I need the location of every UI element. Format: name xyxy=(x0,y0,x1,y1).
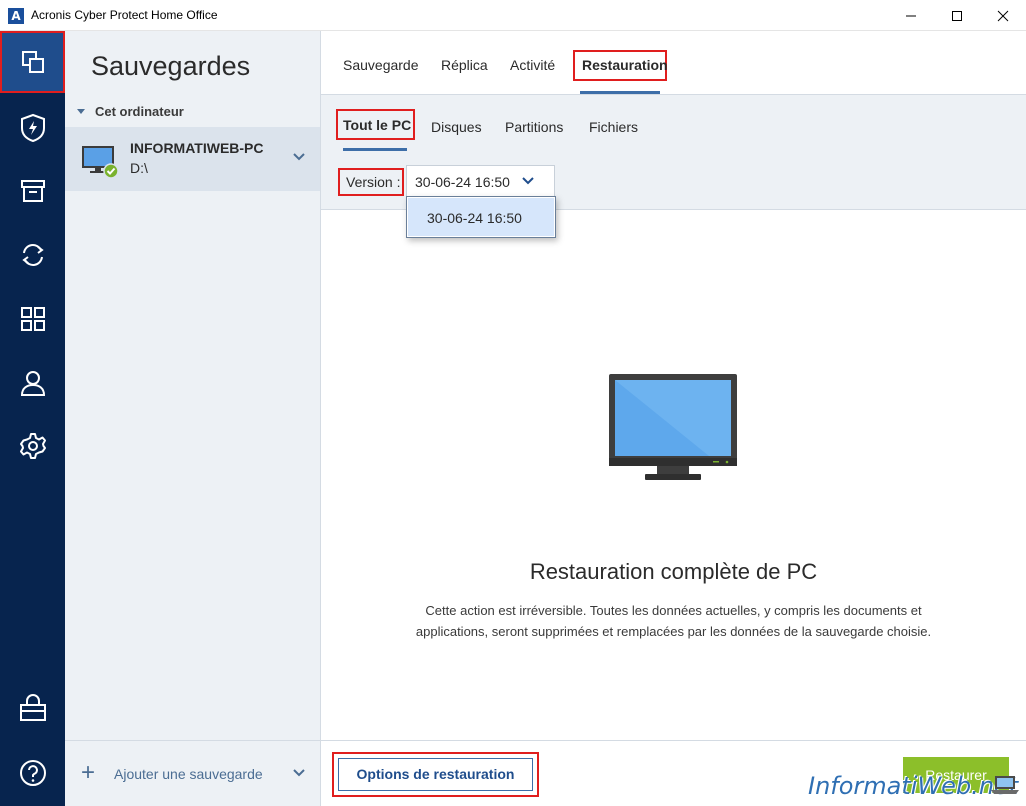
tab-restore[interactable]: Restauration xyxy=(582,57,668,73)
nav-sync[interactable] xyxy=(0,224,65,286)
nav-archive[interactable] xyxy=(0,160,65,222)
user-icon xyxy=(20,371,45,396)
version-option-label: 30-06-24 16:50 xyxy=(427,210,522,226)
computer-icon xyxy=(82,146,119,179)
minimize-button[interactable] xyxy=(888,0,934,31)
nav-help[interactable] xyxy=(0,742,65,804)
group-label: Cet ordinateur xyxy=(95,104,184,119)
backups-panel: Sauvegardes Cet ordinateur INFORMATIWEB-… xyxy=(65,31,321,806)
chevron-down-icon[interactable] xyxy=(293,769,305,777)
active-subtab-indicator xyxy=(343,148,407,151)
shield-icon xyxy=(20,113,45,143)
subtab-disks[interactable]: Disques xyxy=(431,119,482,135)
chevron-down-icon[interactable] xyxy=(293,153,305,161)
grid-icon xyxy=(20,307,45,331)
nav-store[interactable] xyxy=(0,677,65,739)
laptop-icon xyxy=(991,776,1019,794)
description-line: applications, seront supprimées et rempl… xyxy=(415,624,932,639)
sync-icon xyxy=(21,244,44,266)
version-dropdown: 30-06-24 16:50 xyxy=(406,196,556,238)
main-area: Sauvegarde Réplica Activité Restauration… xyxy=(321,31,1026,806)
add-backup-button[interactable]: Ajouter une sauvegarde xyxy=(114,766,263,782)
version-label: Version : xyxy=(338,168,404,196)
version-select[interactable]: 30-06-24 16:50 xyxy=(406,165,555,197)
chevron-down-icon xyxy=(522,177,534,185)
nav-backups[interactable] xyxy=(0,31,65,93)
nav-settings[interactable] xyxy=(0,415,65,477)
app-logo-icon: A xyxy=(8,8,24,24)
active-tab-indicator xyxy=(580,91,660,94)
backup-path: D:\ xyxy=(130,160,148,176)
nav-tools[interactable] xyxy=(0,288,65,350)
monitor-illustration xyxy=(609,374,737,480)
top-tabs: Sauvegarde Réplica Activité Restauration xyxy=(321,31,1026,95)
store-icon xyxy=(19,694,46,721)
restore-headline: Restauration complète de PC xyxy=(529,559,818,584)
expand-triangle-icon xyxy=(77,109,85,114)
close-button[interactable] xyxy=(980,0,1026,31)
sub-tabs: Tout le PC Disques Partitions Fichiers xyxy=(321,95,1026,153)
maximize-icon xyxy=(952,10,962,21)
tab-activity[interactable]: Activité xyxy=(510,57,555,73)
minimize-icon xyxy=(906,15,916,16)
panel-title: Sauvegardes xyxy=(91,51,251,81)
window-title: Acronis Cyber Protect Home Office xyxy=(31,8,218,22)
nav-account[interactable] xyxy=(0,352,65,414)
panel-footer: + Ajouter une sauvegarde xyxy=(65,740,320,806)
subtab-partitions[interactable]: Partitions xyxy=(505,119,563,135)
maximize-button[interactable] xyxy=(934,0,980,31)
backup-list-item[interactable]: INFORMATIWEB-PC D:\ xyxy=(65,127,320,191)
recovery-options-button[interactable]: Options de restauration xyxy=(338,758,533,791)
help-icon xyxy=(19,760,46,786)
version-selected-value: 30-06-24 16:50 xyxy=(415,174,510,190)
close-icon xyxy=(997,10,1009,21)
archive-icon xyxy=(20,180,45,202)
tab-backup[interactable]: Sauvegarde xyxy=(343,57,419,73)
tab-replica[interactable]: Réplica xyxy=(441,57,488,73)
subtab-files[interactable]: Fichiers xyxy=(589,119,638,135)
version-option[interactable]: 30-06-24 16:50 xyxy=(408,198,554,236)
copy-icon xyxy=(21,51,44,73)
description-line: Cette action est irréversible. Toutes le… xyxy=(425,603,922,618)
group-header[interactable]: Cet ordinateur xyxy=(77,104,184,119)
gear-icon xyxy=(19,433,46,459)
title-bar: A Acronis Cyber Protect Home Office xyxy=(0,0,1026,31)
nav-protection[interactable] xyxy=(0,97,65,159)
backup-name: INFORMATIWEB-PC xyxy=(130,140,264,156)
plus-icon[interactable]: + xyxy=(81,761,95,785)
subtab-entire-pc[interactable]: Tout le PC xyxy=(343,117,411,133)
restore-description: Cette action est irréversible. Toutes le… xyxy=(361,600,986,642)
nav-rail xyxy=(0,31,65,806)
watermark: InformatiWeb.net xyxy=(808,772,1019,800)
